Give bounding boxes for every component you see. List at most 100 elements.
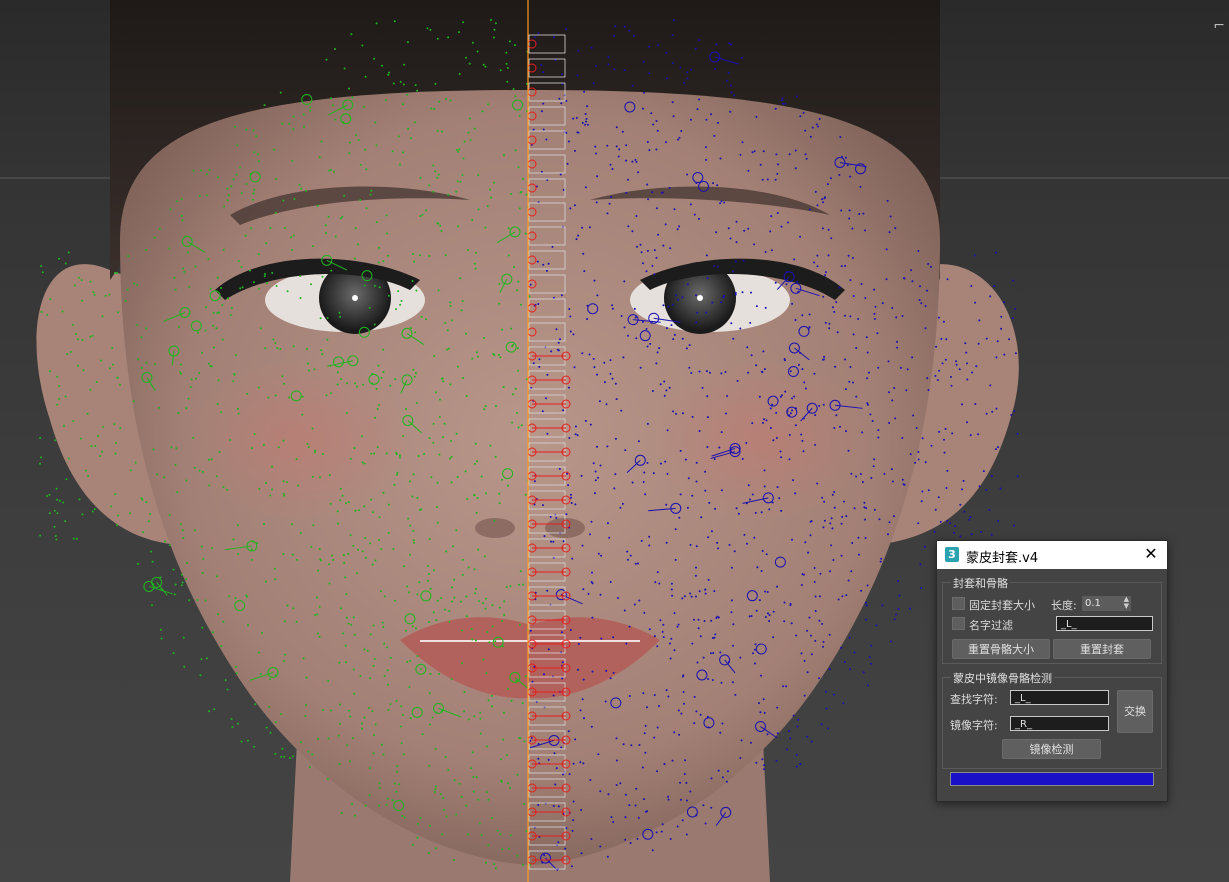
vertex-point bbox=[758, 599, 761, 602]
vertex-point bbox=[614, 473, 617, 476]
vertex-point bbox=[566, 162, 569, 165]
vertex-point bbox=[946, 519, 949, 522]
vertex-point bbox=[848, 209, 851, 212]
vertex-point bbox=[353, 257, 356, 260]
vertex-point bbox=[164, 540, 166, 543]
vertex-point bbox=[896, 340, 898, 343]
vertex-point bbox=[719, 157, 722, 160]
vertex-point bbox=[688, 344, 691, 347]
vertex-point bbox=[590, 838, 593, 840]
vertex-point bbox=[507, 484, 509, 487]
dialog-title-bar[interactable]: 3 蒙皮封套.v4 ✕ bbox=[937, 541, 1167, 569]
vertex-point bbox=[378, 804, 381, 807]
vertex-point bbox=[465, 804, 468, 807]
vertex-point bbox=[840, 554, 843, 557]
vertex-point bbox=[619, 782, 622, 785]
vertex-point bbox=[363, 648, 366, 651]
vertex-point bbox=[584, 419, 587, 422]
vertex-point bbox=[816, 482, 819, 485]
vertex-point bbox=[516, 289, 519, 292]
swap-button[interactable]: 交换 bbox=[1117, 690, 1153, 733]
vertex-point bbox=[306, 443, 309, 445]
vertex-point bbox=[493, 519, 496, 522]
vertex-point bbox=[321, 353, 324, 356]
vertex-point bbox=[741, 458, 744, 460]
vertex-point bbox=[581, 698, 584, 701]
vertex-point bbox=[116, 376, 119, 379]
vertex-point bbox=[678, 136, 681, 139]
vertex-point bbox=[909, 453, 912, 456]
vertex-point bbox=[686, 173, 689, 176]
vertex-point bbox=[833, 506, 836, 509]
close-button[interactable]: ✕ bbox=[1141, 544, 1161, 564]
length-spinner[interactable]: 0.1 ▲ ▼ bbox=[1082, 596, 1131, 611]
vertex-point bbox=[958, 368, 961, 371]
vertex-point bbox=[573, 366, 576, 369]
name-filter-checkbox[interactable] bbox=[952, 617, 965, 630]
vertex-point bbox=[522, 583, 525, 586]
vertex-point bbox=[570, 496, 572, 499]
find-chars-input[interactable]: _L_ bbox=[1010, 690, 1109, 705]
vertex-point bbox=[588, 353, 591, 356]
vertex-point bbox=[283, 755, 286, 758]
vertex-point bbox=[269, 678, 272, 681]
vertex-point bbox=[416, 655, 419, 657]
vertex-point bbox=[575, 117, 578, 119]
vertex-point bbox=[592, 82, 595, 85]
vertex-point bbox=[551, 245, 554, 248]
vertex-point bbox=[676, 625, 679, 628]
vertex-point bbox=[942, 320, 945, 323]
vertex-point bbox=[865, 507, 868, 510]
vertex-point bbox=[775, 759, 778, 762]
vertex-point bbox=[700, 516, 703, 519]
vertex-point bbox=[307, 369, 310, 372]
vertex-point bbox=[330, 269, 333, 272]
vertex-point bbox=[197, 331, 200, 334]
vertex-point bbox=[174, 288, 177, 291]
vertex-point bbox=[974, 301, 977, 304]
vertex-point bbox=[209, 287, 212, 290]
vertex-point bbox=[444, 322, 447, 324]
vertex-point bbox=[377, 364, 380, 367]
vertex-point bbox=[620, 315, 623, 317]
vertex-point bbox=[505, 62, 508, 65]
vertex-point bbox=[785, 283, 788, 286]
vertex-point bbox=[637, 171, 640, 174]
mirror-chars-input[interactable]: _R_ bbox=[1010, 716, 1109, 731]
vertex-point bbox=[838, 174, 841, 176]
spinner-arrows-icon[interactable]: ▲ ▼ bbox=[1124, 596, 1129, 610]
vertex-point bbox=[903, 277, 906, 280]
vertex-point bbox=[643, 471, 646, 474]
vertex-point bbox=[64, 262, 67, 265]
vertex-point bbox=[291, 553, 294, 556]
vertex-point bbox=[978, 485, 981, 488]
vertex-point bbox=[371, 710, 374, 713]
vertex-point bbox=[596, 445, 598, 448]
vertex-point bbox=[66, 353, 69, 355]
fix-envelope-checkbox[interactable] bbox=[952, 597, 965, 610]
name-filter-input[interactable]: _L_ bbox=[1056, 616, 1153, 631]
vertex-point bbox=[109, 367, 111, 370]
vertex-point bbox=[448, 620, 451, 623]
vertex-point bbox=[752, 652, 754, 655]
vertex-point bbox=[172, 568, 175, 571]
vertex-point bbox=[230, 307, 233, 310]
vertex-point bbox=[705, 254, 708, 257]
vertex-point bbox=[314, 449, 317, 452]
vertex-point bbox=[373, 452, 376, 455]
progress-fill bbox=[951, 773, 1153, 785]
vertex-point bbox=[672, 303, 674, 306]
vertex-point bbox=[119, 383, 121, 386]
vertex-point bbox=[381, 64, 383, 67]
vertex-point bbox=[291, 523, 293, 526]
reset-bone-size-button[interactable]: 重置骨骼大小 bbox=[952, 639, 1050, 659]
vertex-point bbox=[282, 199, 285, 202]
vertex-point bbox=[633, 307, 636, 310]
vertex-point bbox=[792, 714, 795, 717]
reset-envelope-button[interactable]: 重置封套 bbox=[1053, 639, 1151, 659]
vertex-point bbox=[327, 679, 330, 682]
vertex-point bbox=[801, 314, 804, 317]
vertex-point bbox=[970, 533, 973, 536]
mirror-check-button[interactable]: 镜像检测 bbox=[1002, 739, 1101, 759]
vertex-point bbox=[542, 263, 545, 266]
